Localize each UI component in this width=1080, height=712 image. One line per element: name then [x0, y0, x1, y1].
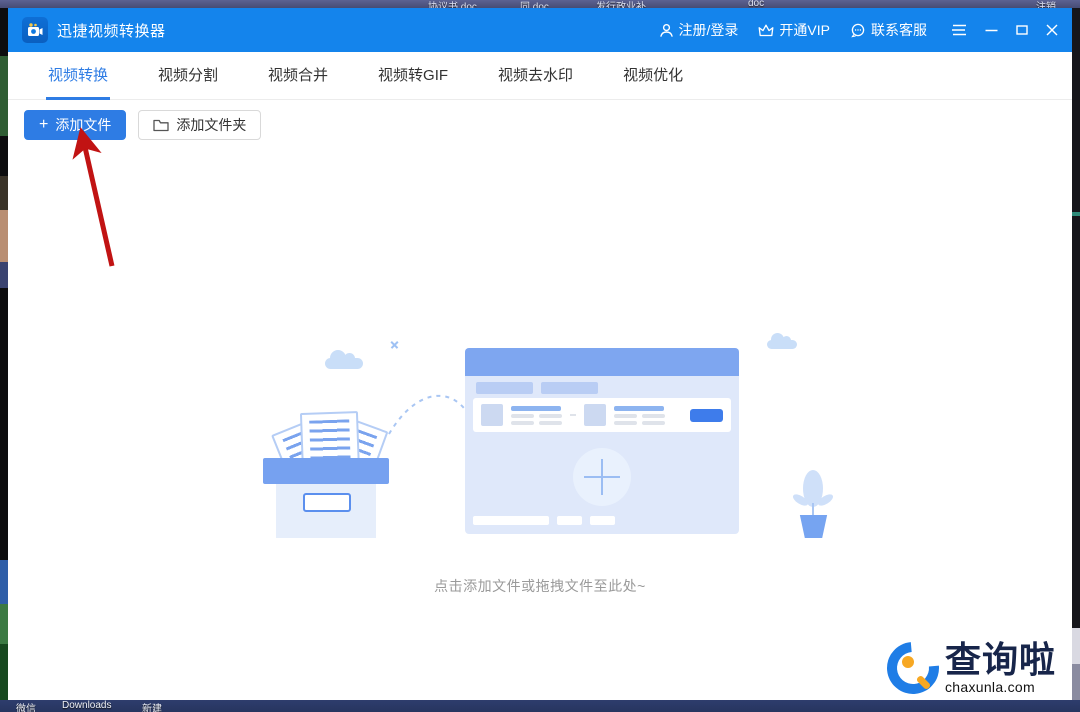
close-icon[interactable]	[1046, 24, 1058, 36]
mockup-convert-button	[690, 409, 723, 422]
tab-2[interactable]: 视频分割	[156, 52, 220, 100]
folder-icon	[153, 119, 169, 132]
desktop-icon-fragment	[1072, 628, 1080, 664]
potted-plant-icon	[793, 470, 833, 538]
desktop-icon-label: Downloads	[62, 700, 111, 711]
app-window: 迅捷视频转换器 注册/登录 开通VIP 联系客服	[8, 8, 1072, 700]
archive-box-label-slot	[303, 493, 351, 512]
dashed-connector	[257, 332, 477, 452]
mockup-file-row	[473, 398, 731, 432]
maximize-icon[interactable]	[1016, 24, 1028, 36]
app-window-mockup	[465, 348, 739, 534]
tab-5[interactable]: 视频去水印	[496, 52, 575, 100]
tab-1[interactable]: 视频转换	[46, 52, 110, 100]
main-content: + 添加文件 添加文件夹	[8, 100, 1072, 700]
desktop-icon-label: 注销	[1036, 0, 1056, 8]
desktop-icon-label: 微信	[16, 700, 36, 712]
app-logo-icon	[22, 17, 48, 43]
desktop-icon-fragment	[0, 560, 8, 604]
chat-icon	[850, 23, 866, 38]
mockup-add-circle-icon	[573, 448, 631, 506]
add-folder-button[interactable]: 添加文件夹	[138, 110, 261, 140]
desktop-top-strip: 协议书.doc 同.doc 发行政业补... doc 注销	[0, 0, 1080, 8]
desktop-icon-fragment	[0, 210, 8, 262]
tab-6[interactable]: 视频优化	[621, 52, 685, 100]
menu-icon[interactable]	[951, 24, 967, 36]
tab-3[interactable]: 视频合并	[266, 52, 330, 100]
plus-icon: +	[39, 117, 48, 133]
mockup-footer-bars	[473, 516, 615, 525]
register-login-label: 注册/登录	[679, 20, 739, 40]
watermark: 查询啦 chaxunla.com	[887, 642, 1056, 694]
desktop-icon-fragment	[1072, 664, 1080, 700]
desktop-icon-fragment	[1072, 212, 1080, 216]
desktop-left-strip	[0, 8, 8, 700]
title-bar: 迅捷视频转换器 注册/登录 开通VIP 联系客服	[8, 8, 1072, 52]
desktop-icon-fragment	[0, 176, 8, 210]
add-file-button[interactable]: + 添加文件	[24, 110, 126, 140]
app-title: 迅捷视频转换器	[57, 20, 166, 41]
user-icon	[659, 23, 674, 38]
desktop-icon-fragment	[0, 644, 8, 700]
vip-button[interactable]: 开通VIP	[758, 20, 830, 40]
mockup-header	[465, 348, 739, 376]
minimize-icon[interactable]	[985, 24, 998, 36]
desktop-icon-fragment	[0, 56, 8, 136]
desktop-icon-fragment	[0, 262, 8, 288]
magnifier-logo-icon	[887, 642, 939, 694]
watermark-domain: chaxunla.com	[945, 680, 1056, 694]
register-login-button[interactable]: 注册/登录	[659, 20, 739, 40]
add-folder-label: 添加文件夹	[176, 115, 246, 135]
tab-4[interactable]: 视频转GIF	[376, 52, 450, 100]
desktop-icon-label: doc	[748, 0, 764, 8]
tab-bar: 视频转换视频分割视频合并视频转GIF 视频去水印视频优化	[8, 52, 1072, 100]
desktop-bottom-strip: 微信 Downloads 新建	[0, 700, 1080, 712]
toolbar: + 添加文件 添加文件夹	[8, 100, 1072, 150]
desktop-icon-label: 协议书.doc	[428, 0, 477, 8]
crown-icon	[758, 23, 774, 38]
desktop-icon-fragment	[0, 604, 8, 644]
desktop-right-strip	[1072, 8, 1080, 700]
cloud-icon	[767, 340, 797, 349]
add-file-label: 添加文件	[55, 115, 111, 135]
desktop-icon-label: 发行政业补...	[596, 0, 654, 8]
mockup-tabs	[465, 376, 739, 394]
desktop-icon-label: 新建	[142, 700, 162, 712]
empty-state-illustration	[257, 332, 823, 544]
desktop-icon-label: 同.doc	[520, 0, 549, 8]
empty-state-hint: 点击添加文件或拖拽文件至此处~	[8, 576, 1072, 596]
support-label: 联系客服	[871, 20, 927, 40]
archive-box-lid	[263, 458, 389, 484]
watermark-brand: 查询啦	[945, 642, 1056, 678]
support-button[interactable]: 联系客服	[850, 20, 927, 40]
vip-label: 开通VIP	[779, 20, 830, 40]
